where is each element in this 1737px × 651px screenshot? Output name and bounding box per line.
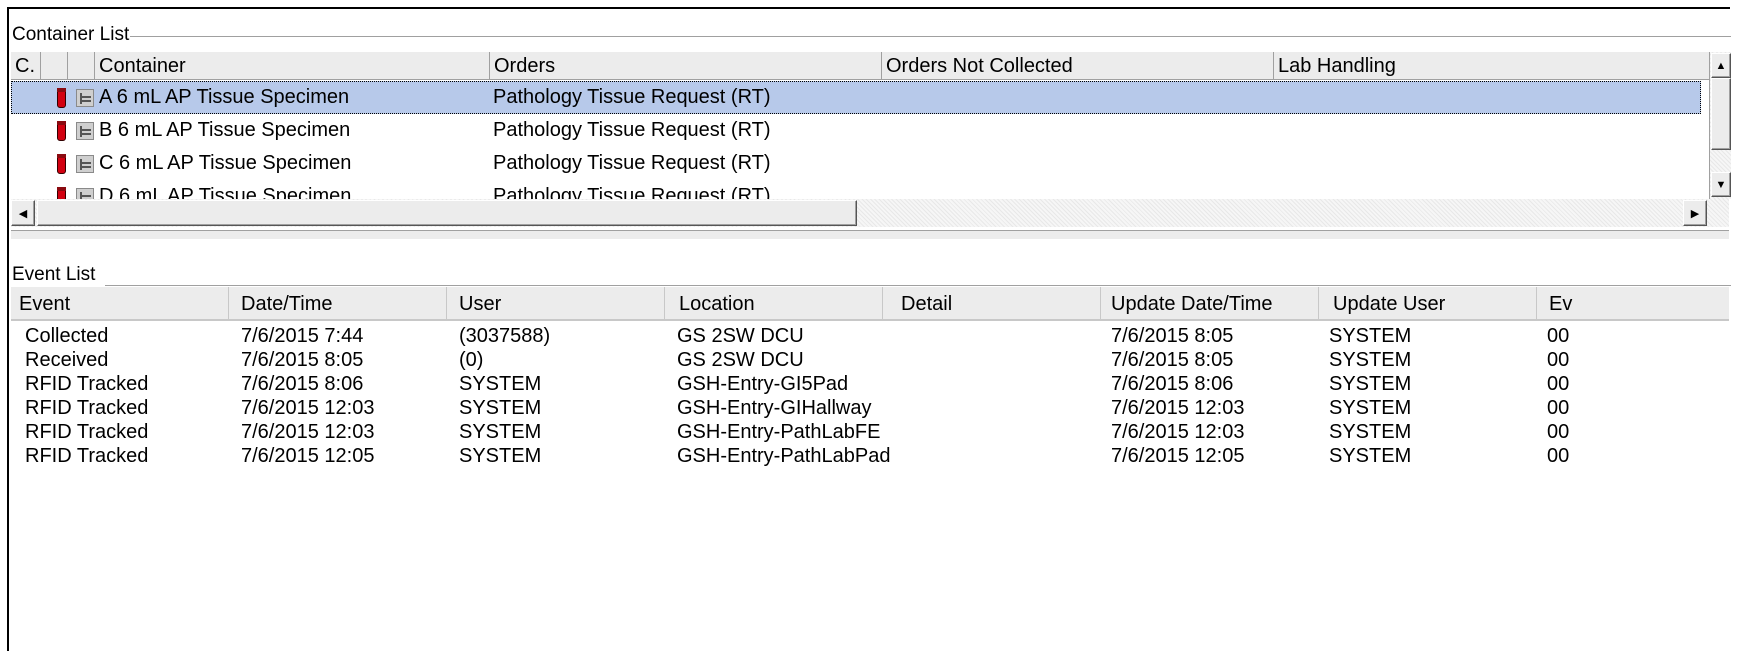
left-arrow-icon: ◀ <box>18 207 28 220</box>
ev-cell: 00 <box>1547 397 1570 419</box>
user-cell: SYSTEM <box>459 421 542 443</box>
scroll-left-button[interactable]: ◀ <box>11 200 35 226</box>
container-list-vertical-scrollbar[interactable]: ▲ ▼ <box>1709 52 1731 199</box>
specimen-tube-icon <box>57 121 66 141</box>
user-cell: SYSTEM <box>459 373 542 395</box>
container-tracking-panel: Container List C. Container Orders Order… <box>7 7 1731 651</box>
container-row[interactable]: B 6 mL AP Tissue Specimen Pathology Tissu… <box>11 114 1701 147</box>
event-row[interactable]: RFID Tracked 7/6/2015 12:05 SYSTEM GSH-Entr… <box>11 444 1729 468</box>
update-user-cell: SYSTEM <box>1329 349 1412 371</box>
ev-cell: 00 <box>1547 421 1570 443</box>
update-datetime-cell: 7/6/2015 12:05 <box>1111 445 1245 467</box>
user-cell: (3037588) <box>459 325 551 347</box>
scroll-right-button[interactable]: ▶ <box>1683 200 1707 226</box>
orders-cell: Pathology Tissue Request (RT) <box>493 152 771 174</box>
ev-cell: 00 <box>1547 445 1570 467</box>
event-row[interactable]: RFID Tracked 7/6/2015 12:03 SYSTEM GSH-Entr… <box>11 420 1729 444</box>
datetime-cell: 7/6/2015 12:05 <box>241 445 375 467</box>
update-user-cell: SYSTEM <box>1329 397 1412 419</box>
update-user-cell: SYSTEM <box>1329 445 1412 467</box>
container-row[interactable]: A 6 mL AP Tissue Specimen Pathology Tissu… <box>11 81 1701 114</box>
container-cell: A 6 mL AP Tissue Specimen <box>99 86 350 108</box>
location-cell: GSH-Entry-PathLabFE <box>677 421 881 443</box>
column-header-event[interactable]: Event <box>11 287 229 321</box>
column-header-ev[interactable]: Ev <box>1537 287 1729 321</box>
panel-splitter[interactable] <box>11 230 1729 240</box>
column-header-c[interactable]: C. <box>11 52 40 80</box>
event-row[interactable]: Collected 7/6/2015 7:44 (3037588) GS 2SW DC… <box>11 324 1729 348</box>
user-cell: SYSTEM <box>459 397 542 419</box>
event-cell: RFID Tracked <box>25 445 149 467</box>
horizontal-scroll-thumb[interactable] <box>37 200 857 226</box>
location-cell: GSH-Entry-PathLabPad <box>677 445 891 467</box>
specimen-tube-icon <box>57 154 66 174</box>
location-cell: GSH-Entry-GIHallway <box>677 397 872 419</box>
update-user-cell: SYSTEM <box>1329 373 1412 395</box>
user-cell: SYSTEM <box>459 445 542 467</box>
column-header-container[interactable]: Container <box>94 52 489 80</box>
update-datetime-cell: 7/6/2015 12:03 <box>1111 421 1245 443</box>
container-list-groupbox-line <box>121 36 1731 38</box>
column-header-update-user[interactable]: Update User <box>1319 287 1537 321</box>
ev-cell: 00 <box>1547 325 1570 347</box>
orders-cell: Pathology Tissue Request (RT) <box>493 119 771 141</box>
container-list-horizontal-scrollbar[interactable]: ◀ ▶ <box>11 199 1729 227</box>
event-cell: RFID Tracked <box>25 397 149 419</box>
location-cell: GSH-Entry-GI5Pad <box>677 373 849 395</box>
column-header-orders-not-collected[interactable]: Orders Not Collected <box>881 52 1273 80</box>
tree-icon <box>76 89 94 107</box>
event-cell: RFID Tracked <box>25 373 149 395</box>
update-datetime-cell: 7/6/2015 8:05 <box>1111 349 1234 371</box>
update-datetime-cell: 7/6/2015 8:06 <box>1111 373 1234 395</box>
scroll-up-button[interactable]: ▲ <box>1711 53 1731 78</box>
container-list-header: C. Container Orders Orders Not Collected… <box>11 52 1729 80</box>
update-user-cell: SYSTEM <box>1329 421 1412 443</box>
container-cell: B 6 mL AP Tissue Specimen <box>99 119 351 141</box>
column-header-location[interactable]: Location <box>665 287 883 321</box>
event-row[interactable]: Received 7/6/2015 8:05 (0) GS 2SW DCU 7/6/20… <box>11 348 1729 372</box>
location-cell: GS 2SW DCU <box>677 349 804 371</box>
column-header-detail[interactable]: Detail <box>883 287 1101 321</box>
vertical-scroll-thumb[interactable] <box>1711 78 1731 150</box>
tree-icon <box>76 155 94 173</box>
event-list-title: Event List <box>11 264 97 286</box>
down-arrow-icon: ▼ <box>1715 178 1727 191</box>
column-header-datetime[interactable]: Date/Time <box>229 287 447 321</box>
right-arrow-icon: ▶ <box>1690 207 1700 220</box>
specimen-tube-icon <box>57 88 66 108</box>
ev-cell: 00 <box>1547 349 1570 371</box>
column-header-icon1[interactable] <box>40 52 67 80</box>
update-datetime-cell: 7/6/2015 8:05 <box>1111 325 1234 347</box>
column-header-user[interactable]: User <box>447 287 665 321</box>
column-header-lab-handling[interactable]: Lab Handling <box>1273 52 1709 80</box>
event-cell: Collected <box>25 325 109 347</box>
datetime-cell: 7/6/2015 7:44 <box>241 325 364 347</box>
event-cell: Received <box>25 349 109 371</box>
location-cell: GS 2SW DCU <box>677 325 804 347</box>
user-cell: (0) <box>459 349 484 371</box>
orders-cell: Pathology Tissue Request (RT) <box>493 86 771 108</box>
column-header-orders[interactable]: Orders <box>489 52 881 80</box>
event-row[interactable]: RFID Tracked 7/6/2015 12:03 SYSTEM GSH-Entr… <box>11 396 1729 420</box>
datetime-cell: 7/6/2015 12:03 <box>241 421 375 443</box>
tree-icon <box>76 122 94 140</box>
event-row[interactable]: RFID Tracked 7/6/2015 8:06 SYSTEM GSH-Entry… <box>11 372 1729 396</box>
up-arrow-icon: ▲ <box>1715 59 1727 72</box>
column-header-icon2[interactable] <box>67 52 94 80</box>
scroll-down-button[interactable]: ▼ <box>1711 172 1731 197</box>
update-user-cell: SYSTEM <box>1329 325 1412 347</box>
container-row[interactable]: C 6 mL AP Tissue Specimen Pathology Tissu… <box>11 147 1701 180</box>
ev-cell: 00 <box>1547 373 1570 395</box>
container-list-title: Container List <box>11 24 131 46</box>
datetime-cell: 7/6/2015 8:05 <box>241 349 364 371</box>
datetime-cell: 7/6/2015 8:06 <box>241 373 364 395</box>
event-cell: RFID Tracked <box>25 421 149 443</box>
column-header-update-datetime[interactable]: Update Date/Time <box>1101 287 1319 321</box>
datetime-cell: 7/6/2015 12:03 <box>241 397 375 419</box>
event-list-header: Event Date/Time User Location Detail Upd… <box>11 287 1729 321</box>
update-datetime-cell: 7/6/2015 12:03 <box>1111 397 1245 419</box>
container-cell: C 6 mL AP Tissue Specimen <box>99 152 352 174</box>
